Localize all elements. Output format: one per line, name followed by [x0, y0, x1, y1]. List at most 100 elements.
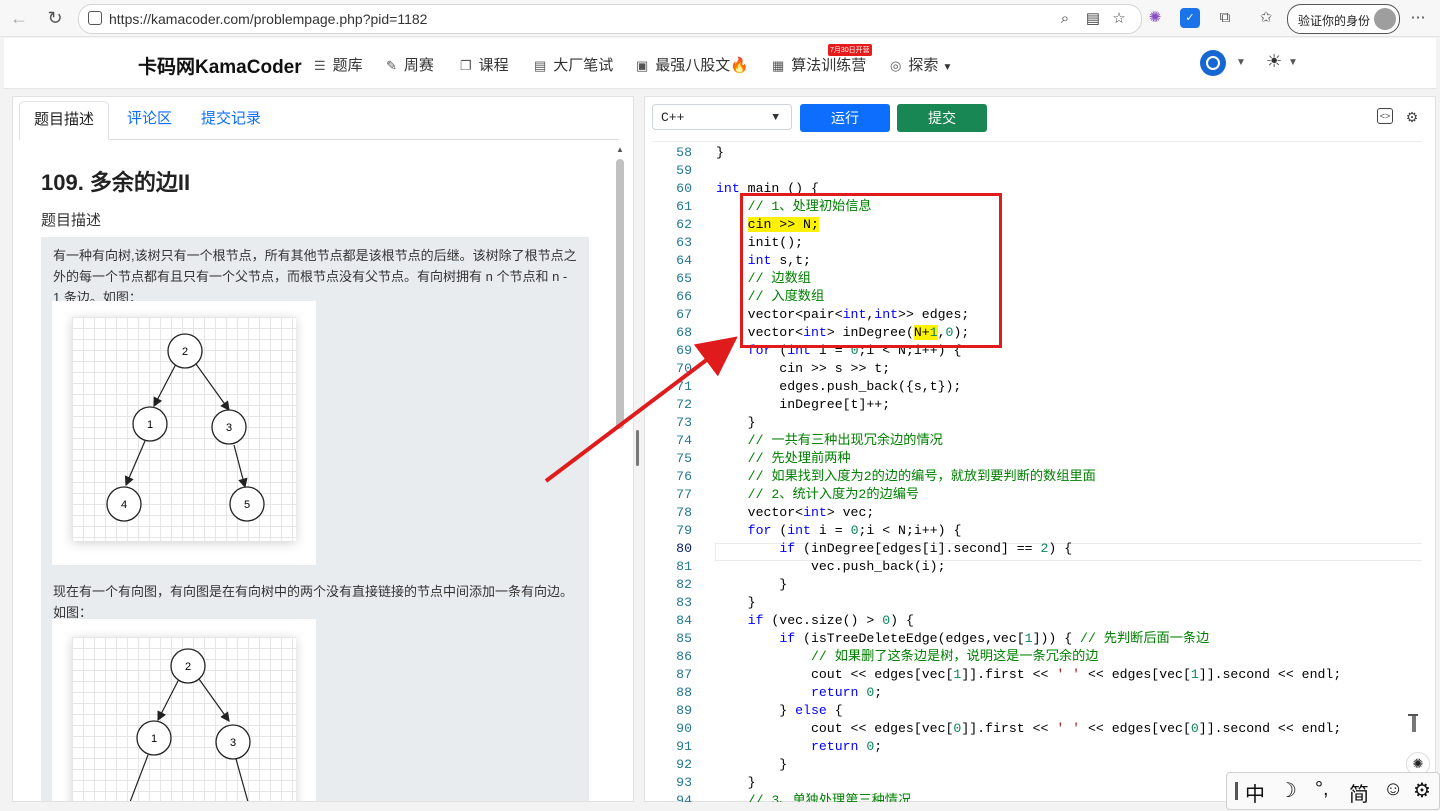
ime-simplified[interactable]: 简	[1349, 778, 1369, 807]
code-text: // 一共有三种出现冗余边的情况	[747, 433, 943, 448]
punctuation-icon[interactable]: °,	[1315, 778, 1329, 801]
language-select[interactable]: C++ ▼	[652, 104, 792, 130]
code-line[interactable]: 88 return 0;	[652, 684, 1422, 702]
tab-comments[interactable]: 评论区	[113, 101, 186, 137]
address-bar[interactable]: https://kamacoder.com/problempage.php?pi…	[78, 4, 1142, 34]
lock-icon	[88, 11, 102, 25]
user-power-icon[interactable]	[1200, 50, 1226, 76]
nav-explore[interactable]: ◎ 探索 ▼	[890, 54, 952, 75]
code-line[interactable]: 71 edges.push_back({s,t});	[652, 378, 1422, 396]
line-number: 64	[676, 253, 692, 268]
code-text: vector<int> vec;	[716, 505, 875, 520]
extensions-icon[interactable]: ⧉	[1215, 8, 1235, 28]
description-paragraph: 现在有一个有向图，有向图是在有向树中的两个没有直接链接的节点中间添加一条有向边。…	[53, 584, 574, 620]
site-brand[interactable]: 卡码网KamaCoder	[138, 52, 302, 79]
tab-description[interactable]: 题目描述	[19, 101, 110, 140]
code-text: vec.push_back(i);	[716, 559, 946, 574]
code-text: // 如果找到入度为2的边的编号，就放到要判断的数组里面	[747, 469, 1096, 484]
code-text: cout << edges[vec[1]].first << ' ' << ed…	[716, 667, 1342, 682]
back-icon[interactable]: ←	[8, 7, 30, 29]
code-line[interactable]: 87 cout << edges[vec[1]].first << ' ' <<…	[652, 666, 1422, 684]
more-icon[interactable]: ⋯	[1408, 8, 1428, 28]
code-toggle-icon[interactable]: <>	[1377, 108, 1393, 124]
code-line[interactable]: 81 vec.push_back(i);	[652, 558, 1422, 576]
code-line[interactable]: 78 vector<int> vec;	[652, 504, 1422, 522]
code-text: inDegree[t]++;	[716, 397, 891, 412]
ime-handle[interactable]	[1235, 782, 1238, 800]
brain-extension-icon[interactable]: ✺	[1145, 8, 1165, 28]
scrollbar-thumb[interactable]	[616, 159, 624, 429]
code-line[interactable]: 58}	[652, 144, 1422, 162]
code-line[interactable]: 83 }	[652, 594, 1422, 612]
extension-blue-icon[interactable]: ✓	[1180, 8, 1200, 28]
moon-icon[interactable]: ☽	[1279, 778, 1297, 803]
code-line[interactable]: 73 }	[652, 414, 1422, 432]
nav-camp[interactable]: ▦ 算法训练营	[772, 54, 866, 75]
scrollbar[interactable]: ▲	[614, 145, 626, 801]
scroll-up-icon[interactable]: ▲	[616, 145, 624, 154]
nav-exams[interactable]: ▤ 大厂笔试	[534, 54, 613, 75]
code-line[interactable]: 77 // 2、统计入度为2的边编号	[652, 486, 1422, 504]
code-line[interactable]: 82 }	[652, 576, 1422, 594]
code-line[interactable]: 85 if (isTreeDeleteEdge(edges,vec[1])) {…	[652, 630, 1422, 648]
nav-courses[interactable]: ❐ 课程	[460, 54, 509, 75]
favorite-icon[interactable]: ☆	[1109, 9, 1129, 29]
code-line[interactable]: 84 if (vec.size() > 0) {	[652, 612, 1422, 630]
theme-sun-icon[interactable]: ☀	[1266, 51, 1282, 72]
gear-icon[interactable]: ⚙	[1403, 108, 1421, 126]
line-number: 58	[676, 145, 692, 160]
language-value: C++	[661, 110, 685, 125]
code-text: // 3、单独处理第三种情况	[747, 793, 912, 802]
code-text: }	[716, 415, 756, 430]
code-line[interactable]: 80 if (inDegree[edges[i].second] == 2) {	[652, 540, 1422, 558]
line-number: 73	[676, 415, 692, 430]
code-line[interactable]: 89 } else {	[652, 702, 1422, 720]
nav-label: 周赛	[403, 57, 434, 74]
line-number: 79	[676, 523, 692, 538]
line-number: 61	[676, 199, 692, 214]
run-button[interactable]: 运行	[800, 104, 890, 132]
code-text: // 2、统计入度为2的边编号	[747, 487, 920, 502]
code-line[interactable]: 75 // 先处理前两种	[652, 450, 1422, 468]
nav-contest[interactable]: ✎ 周赛	[386, 54, 434, 75]
code-line[interactable]: 59	[652, 162, 1422, 180]
code-line[interactable]: 76 // 如果找到入度为2的边的编号，就放到要判断的数组里面	[652, 468, 1422, 486]
code-line[interactable]: 90 cout << edges[vec[0]].first << ' ' <<…	[652, 720, 1422, 738]
line-number: 59	[676, 163, 692, 178]
code-line[interactable]: 79 for (int i = 0;i < N;i++) {	[652, 522, 1422, 540]
line-number: 75	[676, 451, 692, 466]
chevron-down-icon[interactable]: ▼	[1236, 57, 1246, 68]
code-text: if (inDegree[edges[i].second] == 2) {	[779, 541, 1073, 556]
chevron-down-icon[interactable]: ▼	[1288, 57, 1298, 68]
line-number: 94	[676, 793, 692, 802]
code-line[interactable]: 91 return 0;	[652, 738, 1422, 756]
graph-svg: 2 1 3	[129, 648, 251, 801]
site-header: 卡码网KamaCoder ☰ 题库 ✎ 周赛 ❐ 课程 ▤ 大厂笔试 ▣ 最强八股文🔥 ▦…	[4, 38, 1436, 89]
line-number: 93	[676, 775, 692, 790]
line-number: 77	[676, 487, 692, 502]
ime-settings-icon[interactable]: ⚙	[1413, 778, 1431, 803]
ime-toolbar: 中 ☽ °, 简 ☺ ⚙	[1226, 772, 1440, 810]
submit-button[interactable]: 提交	[897, 104, 987, 132]
panel-splitter[interactable]	[636, 430, 639, 466]
tab-submissions[interactable]: 提交记录	[187, 101, 275, 137]
nav-problems[interactable]: ☰ 题库	[314, 54, 363, 75]
reader-icon[interactable]: ▤	[1083, 9, 1103, 29]
ime-mode[interactable]: 中	[1245, 778, 1265, 807]
code-line[interactable]: 86 // 如果删了这条边是树，说明这是一条冗余的边	[652, 648, 1422, 666]
document-icon: ▤	[534, 58, 547, 73]
code-line[interactable]: 70 cin >> s >> t;	[652, 360, 1422, 378]
favorites-bar-icon[interactable]: ✩	[1256, 8, 1276, 28]
profile-button[interactable]: 验证你的身份	[1287, 4, 1400, 34]
nav-interview[interactable]: ▣ 最强八股文🔥	[636, 54, 749, 75]
code-text: }	[716, 145, 724, 160]
problem-description: 有一种有向树,该树只有一个根节点，所有其他节点都是该根节点的后继。该树除了根节点…	[41, 237, 589, 801]
zoom-icon[interactable]: ⌕	[1055, 9, 1075, 29]
code-text: return 0;	[810, 739, 883, 754]
code-line[interactable]: 74 // 一共有三种出现冗余边的情况	[652, 432, 1422, 450]
description-paragraph: 有一种有向树,该树只有一个根节点，所有其他节点都是该根节点的后继。该树除了根节点…	[53, 248, 577, 305]
emoji-icon[interactable]: ☺	[1383, 778, 1403, 801]
compass-icon: ◎	[890, 58, 902, 73]
refresh-icon[interactable]: ↻	[44, 7, 66, 29]
code-line[interactable]: 72 inDegree[t]++;	[652, 396, 1422, 414]
